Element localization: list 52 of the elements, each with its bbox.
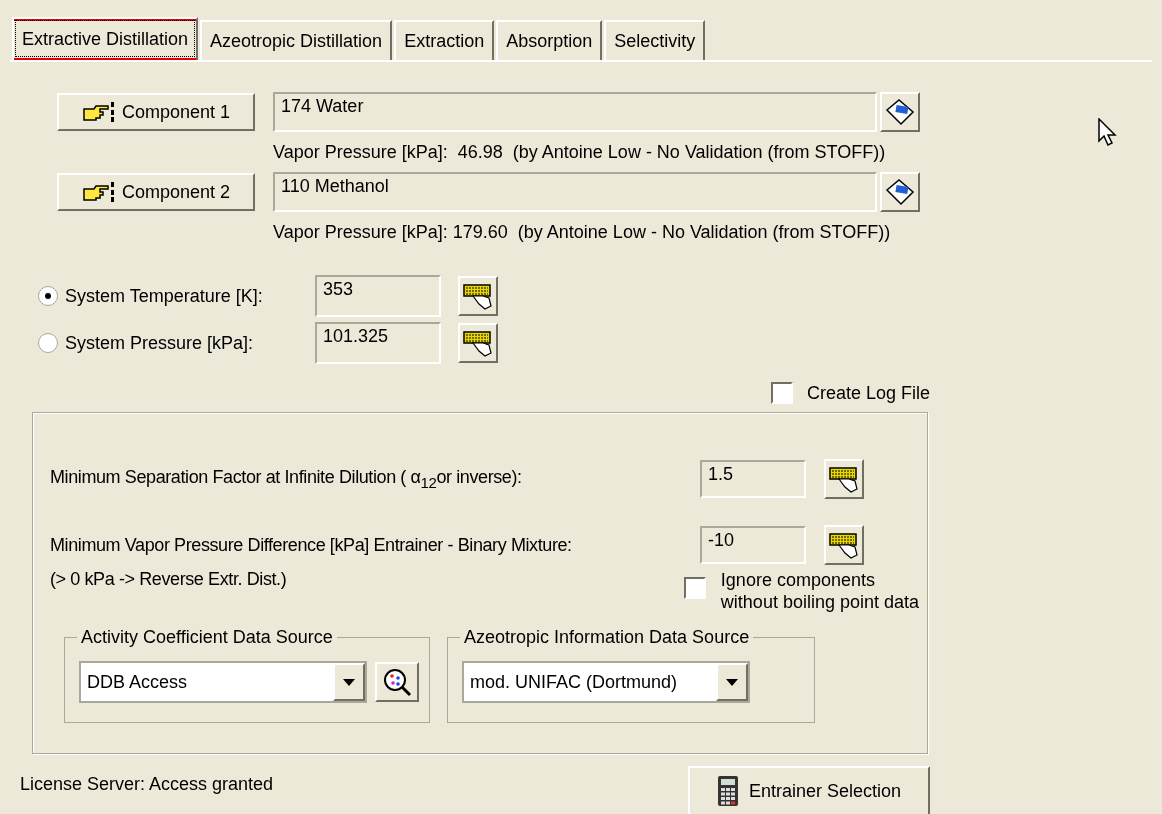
calculator-icon [716, 775, 739, 807]
caret-icon [343, 678, 355, 686]
keyboard-hand-icon [829, 465, 859, 493]
cursor-icon [1098, 118, 1118, 148]
radio-button[interactable] [38, 333, 58, 353]
radio-button[interactable] [38, 286, 58, 306]
card-icon [885, 98, 915, 126]
caret-icon [726, 678, 738, 686]
tab[interactable]: Absorption [496, 20, 603, 60]
keyboard-button[interactable] [824, 525, 864, 565]
system-field[interactable]: 101.325 [315, 322, 441, 364]
keyboard-button[interactable] [824, 459, 864, 499]
dropdown[interactable]: DDB Access [79, 661, 367, 703]
component-field[interactable]: 110 Methanol [273, 172, 877, 212]
status-text: License Server: Access granted [20, 774, 274, 795]
vapor-pressure-text: Vapor Pressure [kPa]: 179.60 (by Antoine Low - No Validation (from STOFF)) [273, 220, 891, 244]
tab[interactable]: Selectivity [604, 20, 706, 60]
keyboard-hand-icon [463, 329, 493, 357]
keyboard-hand-icon [463, 282, 493, 310]
system-field[interactable]: 353 [315, 275, 441, 317]
search-icon [382, 667, 412, 697]
keyboard-button[interactable] [458, 323, 498, 363]
vapor-pressure-difference-label: Minimum Vapor Pressure Difference [kPa] Entrainer - Binary Mixture: [50, 534, 573, 556]
entrainer-selection-button[interactable]: Entrainer Selection [688, 766, 930, 814]
system-label: System Temperature [K]: [65, 285, 264, 307]
group-title: Azeotropic Information Data Source [463, 627, 751, 648]
checkbox-label: Create Log File [806, 382, 930, 404]
vapor-pressure-difference-field[interactable]: -10 [700, 526, 806, 564]
tab[interactable]: Azeotropic Distillation [200, 20, 393, 60]
pointing-hand-icon [81, 101, 116, 123]
separation-factor-field[interactable]: 1.5 [700, 460, 806, 498]
note-text: (> 0 kPa -> Reverse Extr. Dist.) [50, 569, 287, 590]
tab[interactable]: Extraction [394, 20, 495, 60]
keyboard-button[interactable] [458, 276, 498, 316]
checkbox[interactable] [770, 382, 793, 404]
component-button[interactable]: Component 1 [57, 93, 255, 131]
pointing-hand-icon [81, 181, 116, 203]
tab[interactable]: Extractive Distillation [12, 17, 199, 60]
keyboard-hand-icon [829, 531, 859, 559]
card-button[interactable] [880, 92, 920, 132]
group-title: Activity Coefficient Data Source [80, 627, 334, 648]
system-label: System Pressure [kPa]: [65, 332, 255, 354]
search-button[interactable] [375, 662, 419, 702]
card-button[interactable] [880, 172, 920, 212]
checkbox-label: Ignore components without boiling point data [720, 569, 919, 613]
checkbox[interactable] [683, 577, 706, 599]
dropdown[interactable]: mod. UNIFAC (Dortmund) [462, 661, 750, 703]
component-field[interactable]: 174 Water [273, 92, 877, 132]
separation-factor-label: Minimum Separation Factor at Infinite Dilution ( α$_{12}$or inverse): [50, 467, 523, 491]
component-button[interactable]: Component 2 [57, 173, 255, 211]
vapor-pressure-text: Vapor Pressure [kPa]: 46.98 (by Antoine Low - No Validation (from STOFF)) [273, 140, 886, 164]
card-icon [885, 178, 915, 206]
